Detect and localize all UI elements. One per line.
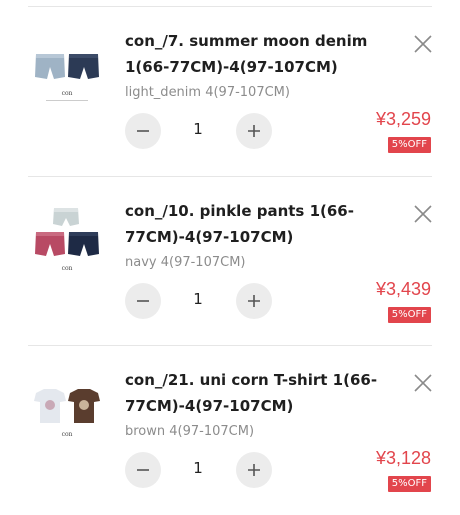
thumbnail-logo: con [61, 90, 73, 97]
product-thumbnail[interactable]: con [28, 34, 106, 112]
plus-icon [248, 295, 260, 307]
cart-item: con con_/7. summer moon denim 1(66-77CM)… [0, 6, 460, 176]
discount-badge: 5%OFF [387, 307, 431, 323]
minus-icon [137, 300, 149, 302]
product-price: ¥3,128 [375, 448, 431, 468]
product-title[interactable]: con_/21. uni corn T-shirt 1(66-77CM)-4(9… [125, 367, 395, 419]
decrease-quantity-button[interactable] [125, 113, 161, 149]
decrease-quantity-button[interactable] [125, 283, 161, 319]
cart-item: con con_/21. uni corn T-shirt 1(66-77CM)… [0, 345, 460, 515]
decrease-quantity-button[interactable] [125, 452, 161, 488]
remove-item-button[interactable] [409, 369, 437, 397]
quantity-value: 1 [193, 120, 203, 138]
minus-icon [137, 130, 149, 132]
product-variant: brown 4(97-107CM) [125, 424, 255, 439]
quantity-value: 1 [193, 290, 203, 308]
remove-item-button[interactable] [409, 200, 437, 228]
product-variant: light_denim 4(97-107CM) [125, 85, 290, 100]
plus-icon [248, 464, 260, 476]
product-thumbnail[interactable]: con [28, 373, 106, 451]
product-price: ¥3,259 [375, 109, 431, 129]
increase-quantity-button[interactable] [236, 452, 272, 488]
remove-item-button[interactable] [409, 30, 437, 58]
discount-badge: 5%OFF [387, 476, 431, 492]
product-variant: navy 4(97-107CM) [125, 255, 246, 270]
close-icon [414, 205, 432, 223]
quantity-value: 1 [193, 459, 203, 477]
close-icon [414, 35, 432, 53]
product-title[interactable]: con_/10. pinkle pants 1(66-77CM)-4(97-10… [125, 198, 395, 250]
product-title[interactable]: con_/7. summer moon denim 1(66-77CM)-4(9… [125, 28, 395, 80]
close-icon [414, 374, 432, 392]
increase-quantity-button[interactable] [236, 113, 272, 149]
thumbnail-logo: con [61, 265, 73, 272]
discount-badge: 5%OFF [387, 137, 431, 153]
increase-quantity-button[interactable] [236, 283, 272, 319]
thumbnail-logo: con [61, 431, 73, 438]
product-price: ¥3,439 [375, 279, 431, 299]
minus-icon [137, 469, 149, 471]
product-thumbnail[interactable]: con [28, 204, 106, 282]
cart-item: con con_/10. pinkle pants 1(66-77CM)-4(9… [0, 176, 460, 346]
plus-icon [248, 125, 260, 137]
